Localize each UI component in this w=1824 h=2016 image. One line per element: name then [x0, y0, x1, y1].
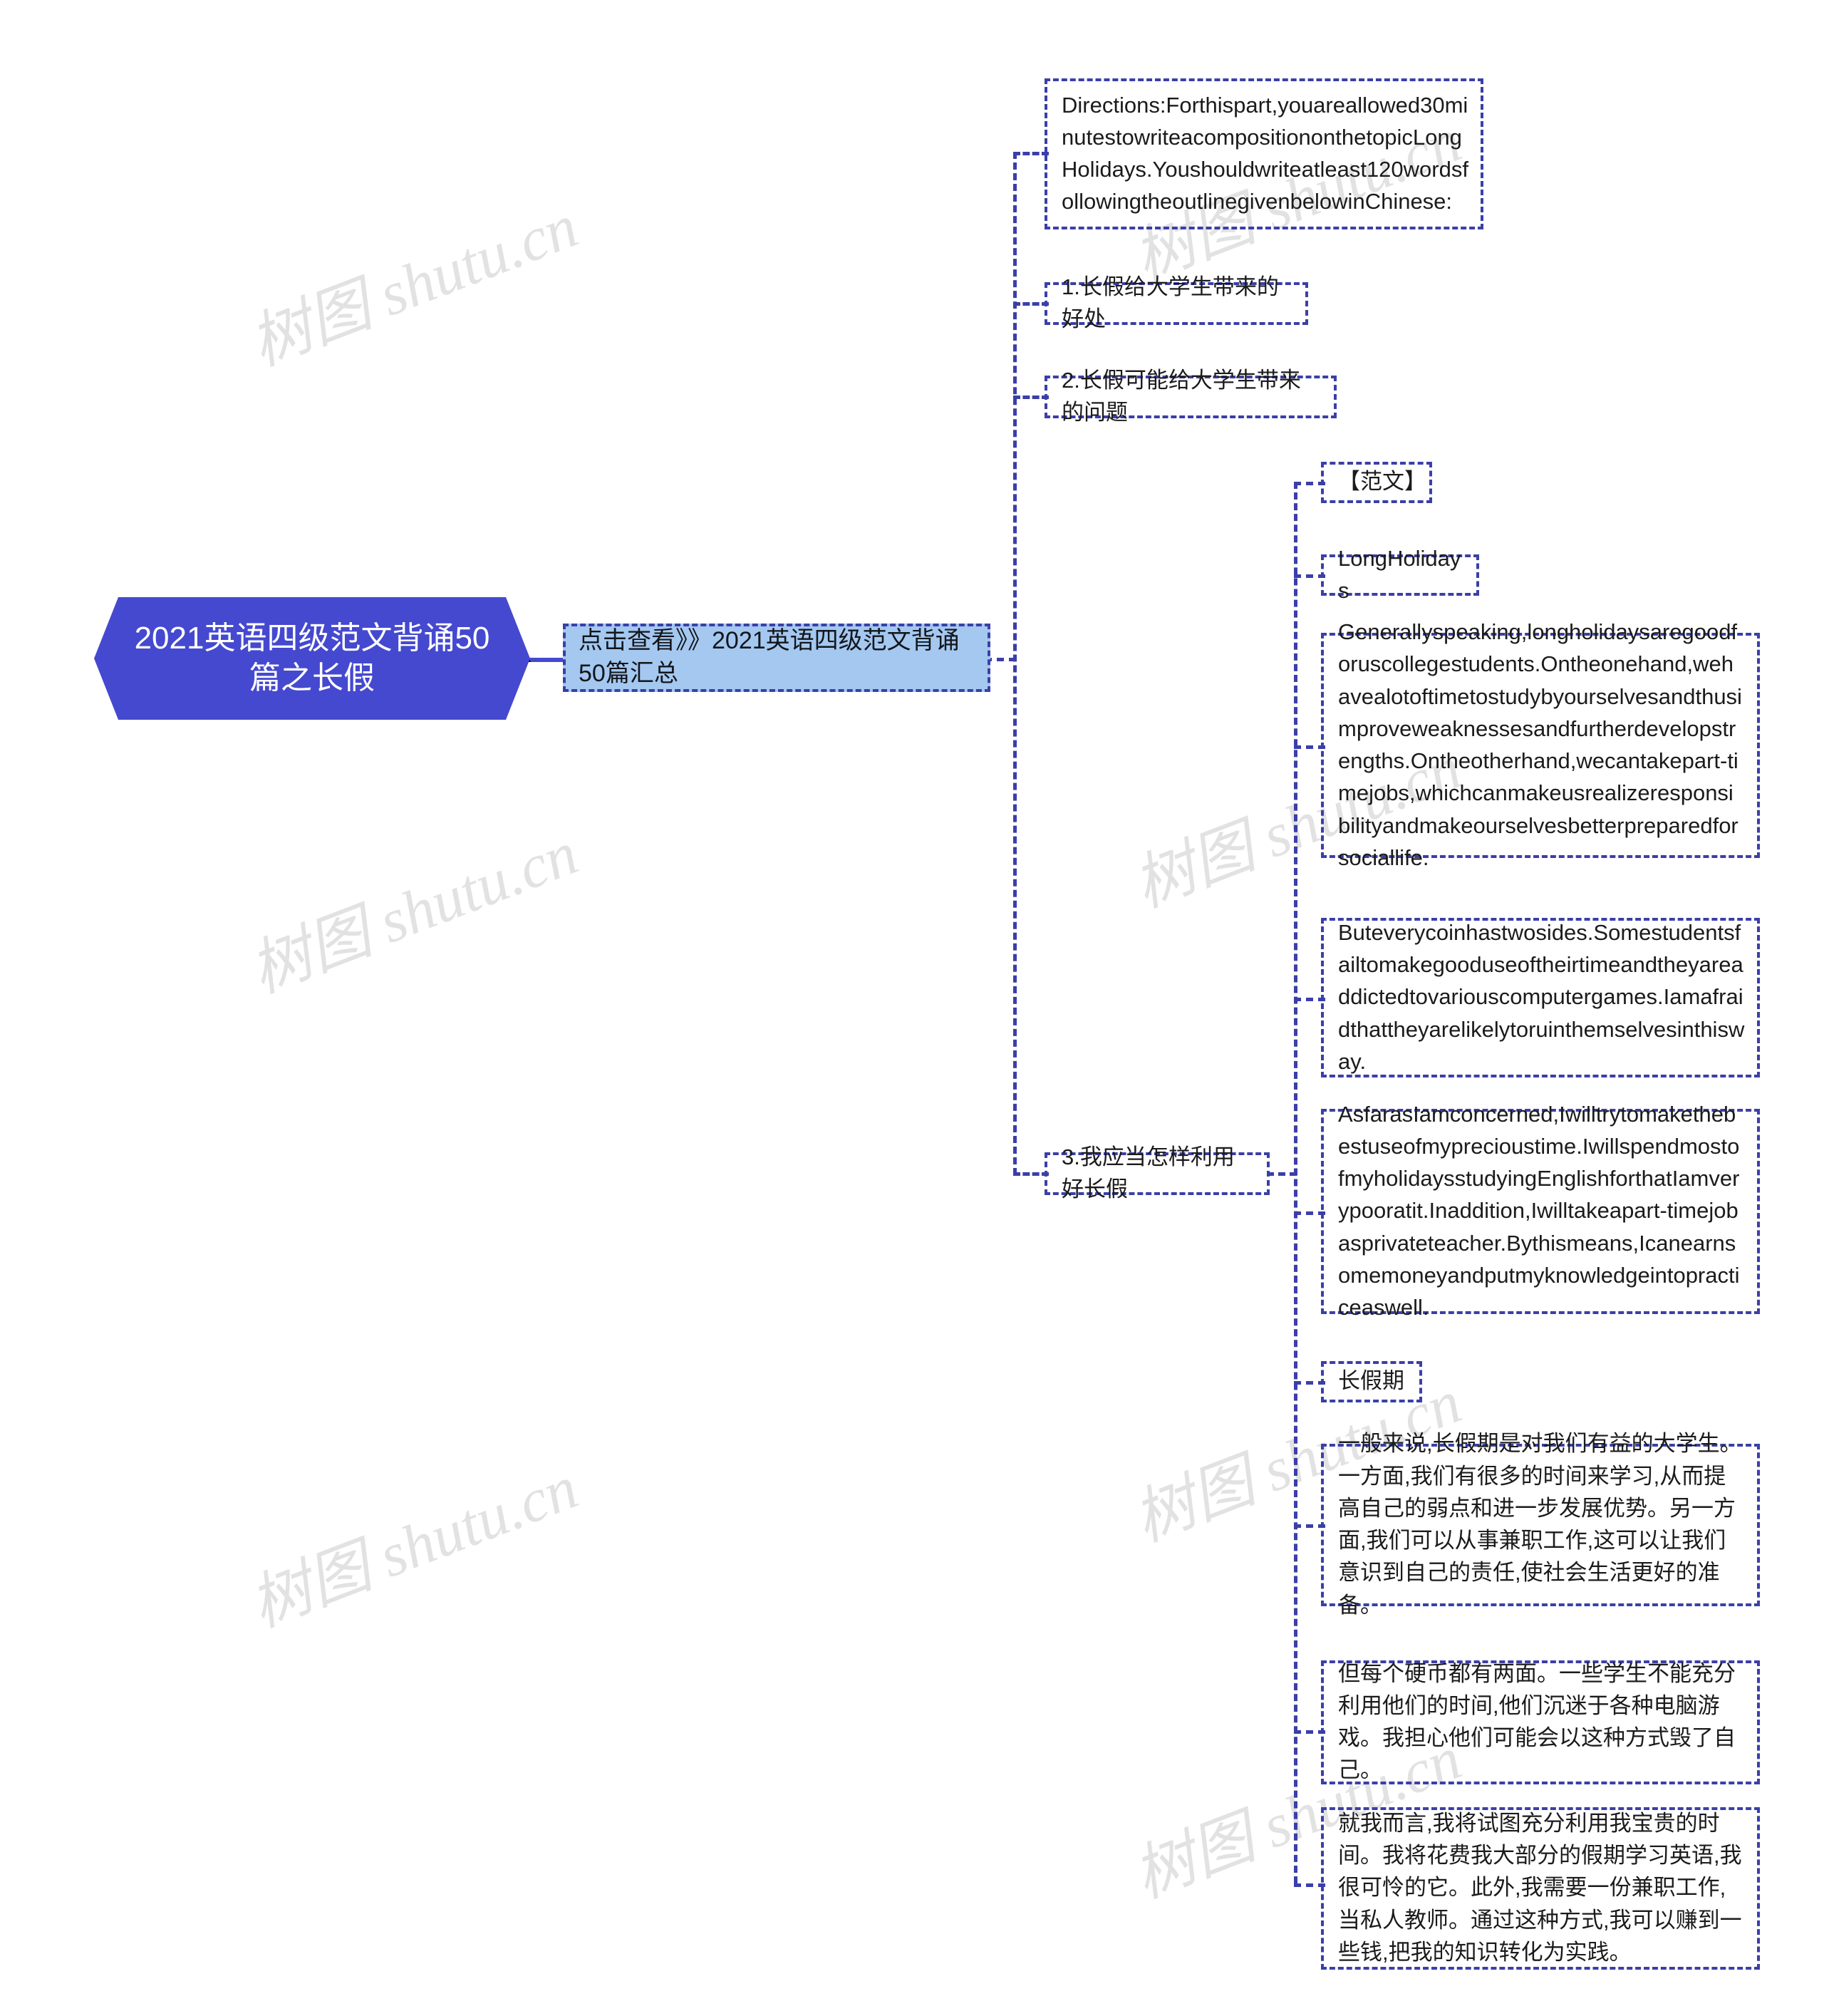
outline-node-point-3-label: 3.我应当怎样利用好长假 — [1062, 1144, 1235, 1201]
outline-node-point-2[interactable]: 2.长假可能给大学生带来的问题 — [1045, 368, 1337, 425]
essay-node-sample-heading[interactable]: 【范文】 — [1321, 462, 1432, 503]
essay-node-translation-para-2[interactable]: 但每个硬币都有两面。一些学生不能充分利用他们的时间,他们沉迷于各种电脑游戏。我担… — [1321, 1660, 1760, 1784]
essay-node-title[interactable]: LongHolidays — [1321, 546, 1479, 603]
essay-node-para-2-label: Buteverycoinhastwosides.Somestudentsfail… — [1338, 919, 1745, 1074]
essay-node-translation-para-3-label: 就我而言,我将试图充分利用我宝贵的时间。我将花费我大部分的假期学习英语,我很可怜… — [1338, 1810, 1742, 1965]
essay-node-translation-para-1[interactable]: 一般来说,长假期是对我们有益的大学生。一方面,我们有很多的时间来学习,从而提高自… — [1321, 1431, 1760, 1618]
essay-node-para-3[interactable]: AsfarasIamconcerned,Iwilltrytomakethebes… — [1321, 1102, 1760, 1320]
essay-node-sample-heading-label: 【范文】 — [1338, 469, 1426, 495]
outline-node-point-2-label: 2.长假可能给大学生带来的问题 — [1062, 367, 1301, 425]
outline-node-directions[interactable]: Directions:Forthispart,youareallowed30mi… — [1045, 78, 1483, 229]
essay-node-para-1-label: Generallyspeaking,longholidaysaregoodfor… — [1338, 619, 1742, 870]
essay-node-para-2[interactable]: Buteverycoinhastwosides.Somestudentsfail… — [1321, 918, 1760, 1077]
essay-node-translation-title[interactable]: 长假期 — [1321, 1361, 1422, 1402]
level1-node-label: 点击查看》》2021英语四级范文背诵50篇汇总 — [579, 627, 960, 687]
essay-node-translation-para-1-label: 一般来说,长假期是对我们有益的大学生。一方面,我们有很多的时间来学习,从而提高自… — [1338, 1431, 1742, 1618]
outline-node-point-1-label: 1.长假给大学生带来的好处 — [1062, 274, 1279, 331]
root-node-label: 2021英语四级范文背诵50篇之长假 — [134, 620, 490, 696]
root-node[interactable]: 2021英语四级范文背诵50篇之长假 — [94, 597, 530, 720]
essay-node-title-label: LongHolidays — [1338, 545, 1461, 603]
essay-node-translation-title-label: 长假期 — [1338, 1368, 1404, 1394]
essay-node-para-1[interactable]: Generallyspeaking,longholidaysaregoodfor… — [1321, 619, 1760, 870]
outline-node-point-3[interactable]: 3.我应当怎样利用好长假 — [1045, 1144, 1270, 1201]
essay-node-translation-para-2-label: 但每个硬币都有两面。一些学生不能充分利用他们的时间,他们沉迷于各种电脑游戏。我担… — [1338, 1660, 1736, 1783]
essay-node-translation-para-3[interactable]: 就我而言,我将试图充分利用我宝贵的时间。我将花费我大部分的假期学习英语,我很可怜… — [1321, 1807, 1760, 1970]
essay-node-para-3-label: AsfarasIamconcerned,Iwilltrytomakethebes… — [1338, 1101, 1740, 1320]
outline-node-directions-label: Directions:Forthispart,youareallowed30mi… — [1062, 92, 1468, 214]
outline-node-point-1[interactable]: 1.长假给大学生带来的好处 — [1045, 274, 1308, 331]
level1-node-summary-link[interactable]: 点击查看》》2021英语四级范文背诵50篇汇总 — [563, 624, 990, 692]
